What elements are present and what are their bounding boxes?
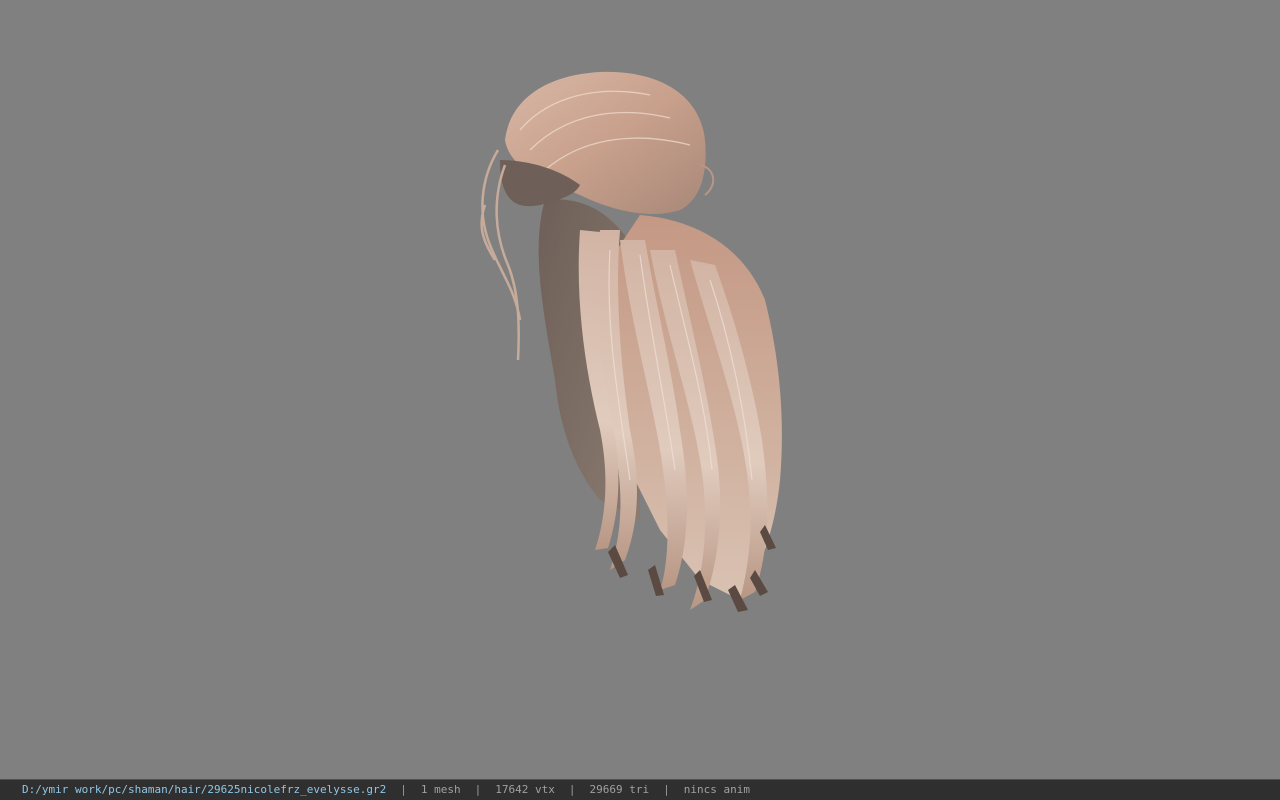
triangle-count: 29669 tri (589, 783, 650, 796)
status-bar: D:/ymir work/pc/shaman/hair/29625nicolef… (0, 779, 1280, 800)
separator: | (400, 783, 407, 796)
separator: | (568, 783, 576, 796)
hair-model[interactable] (0, 0, 1280, 779)
separator: | (663, 783, 670, 796)
vertex-count: 17642 vtx (495, 783, 555, 796)
mesh-count: 1 mesh (420, 783, 461, 796)
anim-status: nincs anim (683, 783, 750, 796)
3d-viewport[interactable] (0, 0, 1280, 779)
separator: | (474, 783, 482, 796)
file-path: D:/ymir work/pc/shaman/hair/29625nicolef… (22, 783, 387, 796)
